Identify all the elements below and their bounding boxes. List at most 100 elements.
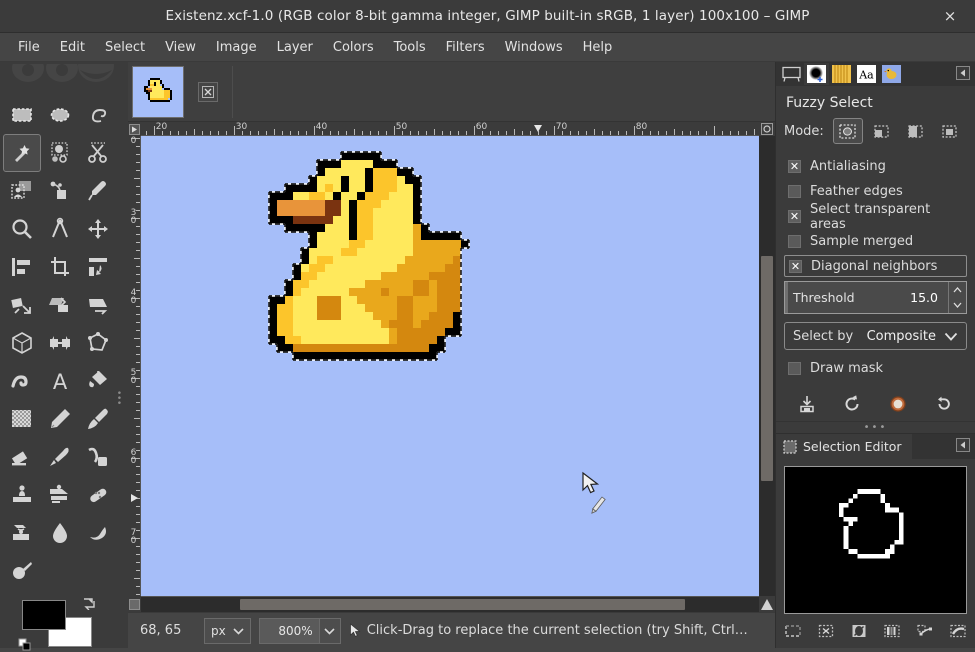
quick-mask-toggle-bottom[interactable] bbox=[128, 596, 141, 612]
zoom-value[interactable]: 800% bbox=[259, 618, 319, 644]
horizontal-scrollbar[interactable] bbox=[141, 596, 759, 612]
selection-preview[interactable] bbox=[784, 466, 967, 614]
rectangle-select-tool[interactable] bbox=[3, 96, 41, 134]
unit-selector[interactable]: px bbox=[204, 618, 251, 644]
zoom-tool[interactable] bbox=[3, 210, 41, 248]
smudge-tool[interactable] bbox=[3, 514, 41, 552]
ellipse-select-tool[interactable] bbox=[41, 96, 79, 134]
threshold-spinner[interactable] bbox=[948, 282, 966, 313]
scissors-select-tool[interactable] bbox=[79, 134, 117, 172]
fuzzy-select-tool[interactable] bbox=[3, 134, 41, 172]
clone-tool[interactable] bbox=[3, 476, 41, 514]
bucket-fill-tool[interactable] bbox=[79, 362, 117, 400]
navigation-preview-button[interactable] bbox=[759, 596, 775, 612]
paths-tool[interactable] bbox=[41, 172, 79, 210]
airbrush-tool[interactable] bbox=[3, 552, 41, 590]
horizontal-ruler[interactable]: 20304050607080 bbox=[141, 122, 759, 136]
select-all-button[interactable] bbox=[780, 618, 806, 644]
menu-image[interactable]: Image bbox=[206, 37, 267, 58]
toolbox-grip[interactable]: ••• bbox=[117, 392, 122, 407]
quick-mask-toggle-top[interactable] bbox=[759, 122, 775, 136]
ink-tool[interactable] bbox=[41, 438, 79, 476]
color-picker-tool[interactable] bbox=[79, 172, 117, 210]
handle-transform-tool[interactable] bbox=[79, 324, 117, 362]
patterns-tab[interactable] bbox=[829, 63, 854, 85]
brushes-tab[interactable] bbox=[804, 63, 829, 85]
perspective-tool[interactable] bbox=[79, 286, 117, 324]
foreground-select-tool[interactable] bbox=[3, 172, 41, 210]
menu-windows[interactable]: Windows bbox=[495, 37, 573, 58]
antialiasing-checkbox[interactable]: ✕Antialiasing bbox=[784, 154, 967, 179]
threshold-spin-down[interactable] bbox=[949, 298, 966, 314]
dodge-burn-tool[interactable] bbox=[79, 514, 117, 552]
save-tool-preset-button[interactable] bbox=[793, 390, 821, 418]
free-select-tool[interactable] bbox=[79, 96, 117, 134]
fonts-tab[interactable]: Aa bbox=[854, 63, 879, 85]
image-canvas[interactable] bbox=[141, 136, 759, 596]
blur-sharpen-tool[interactable] bbox=[41, 514, 79, 552]
dock-separator-grip[interactable]: ••• bbox=[776, 421, 975, 433]
zoom-dropdown-button[interactable] bbox=[319, 618, 341, 644]
move-tool[interactable] bbox=[79, 210, 117, 248]
reset-tool-options-button[interactable] bbox=[930, 390, 958, 418]
text-tool[interactable]: A bbox=[41, 362, 79, 400]
menu-help[interactable]: Help bbox=[573, 37, 623, 58]
measure-tool[interactable] bbox=[41, 210, 79, 248]
perspective-clone-tool[interactable] bbox=[41, 476, 79, 514]
3d-transform-tool[interactable] bbox=[3, 324, 41, 362]
eraser-tool[interactable] bbox=[3, 438, 41, 476]
dock-menu-button[interactable] bbox=[956, 66, 970, 83]
pencil-tool[interactable] bbox=[41, 400, 79, 438]
document-history-tab[interactable] bbox=[879, 63, 904, 85]
zoom-control[interactable]: 800% bbox=[259, 618, 341, 644]
menu-filters[interactable]: Filters bbox=[436, 37, 495, 58]
unified-transform-tool[interactable] bbox=[41, 324, 79, 362]
reset-colors-icon[interactable] bbox=[18, 638, 32, 652]
menu-view[interactable]: View bbox=[155, 37, 206, 58]
select-transparent-areas-checkbox[interactable]: ✕Select transparent areas bbox=[784, 204, 967, 229]
alignment-tool[interactable] bbox=[3, 248, 41, 286]
scale-tool[interactable] bbox=[3, 286, 41, 324]
horizontal-scroll-thumb[interactable] bbox=[240, 599, 685, 610]
paintbrush-tool[interactable] bbox=[79, 400, 117, 438]
mypaint-brush-tool[interactable] bbox=[79, 438, 117, 476]
select-none-button[interactable] bbox=[813, 618, 839, 644]
mode-subtract[interactable] bbox=[901, 118, 931, 144]
menu-tools[interactable]: Tools bbox=[384, 37, 436, 58]
selection-editor-menu-button[interactable] bbox=[956, 438, 970, 455]
menu-edit[interactable]: Edit bbox=[50, 37, 95, 58]
threshold-slider[interactable]: Threshold 15.0 bbox=[784, 281, 967, 314]
mode-intersect[interactable] bbox=[935, 118, 965, 144]
menu-file[interactable]: File bbox=[8, 37, 50, 58]
warp-transform-tool[interactable] bbox=[3, 362, 41, 400]
feather-edges-checkbox[interactable]: Feather edges bbox=[784, 179, 967, 204]
save-to-channel-button[interactable] bbox=[879, 618, 905, 644]
menu-layer[interactable]: Layer bbox=[267, 37, 323, 58]
rotate-tool[interactable] bbox=[79, 248, 117, 286]
sample-merged-checkbox[interactable]: Sample merged bbox=[784, 229, 967, 254]
heal-tool[interactable] bbox=[79, 476, 117, 514]
foreground-color-swatch[interactable] bbox=[22, 600, 66, 630]
stroke-selection-button[interactable] bbox=[945, 618, 971, 644]
threshold-spin-up[interactable] bbox=[949, 282, 966, 298]
delete-tool-preset-button[interactable] bbox=[884, 390, 912, 418]
close-image-tab-button[interactable] bbox=[198, 82, 218, 102]
gradient-tool[interactable] bbox=[3, 400, 41, 438]
diagonal-neighbors-checkbox[interactable]: ✕Diagonal neighbors bbox=[784, 255, 967, 277]
draw-mask-checkbox[interactable]: Draw mask bbox=[784, 356, 967, 381]
selection-to-path-button[interactable] bbox=[912, 618, 938, 644]
swap-colors-icon[interactable] bbox=[82, 596, 96, 610]
duck-thumbnail[interactable] bbox=[132, 66, 184, 118]
vertical-scroll-thumb[interactable] bbox=[761, 256, 773, 481]
vertical-scrollbar[interactable] bbox=[759, 136, 775, 596]
selection-editor-tab[interactable]: Selection Editor bbox=[776, 434, 912, 459]
ruler-origin-button[interactable] bbox=[128, 122, 141, 136]
vertical-ruler[interactable]: 203040506070 bbox=[128, 136, 141, 596]
invert-selection-button[interactable] bbox=[846, 618, 872, 644]
mode-add[interactable] bbox=[867, 118, 897, 144]
menu-select[interactable]: Select bbox=[95, 37, 155, 58]
close-icon[interactable]: × bbox=[939, 5, 961, 27]
select-by-dropdown[interactable]: Select by Composite bbox=[784, 322, 967, 350]
restore-tool-preset-button[interactable] bbox=[839, 390, 867, 418]
crop-tool[interactable] bbox=[41, 248, 79, 286]
